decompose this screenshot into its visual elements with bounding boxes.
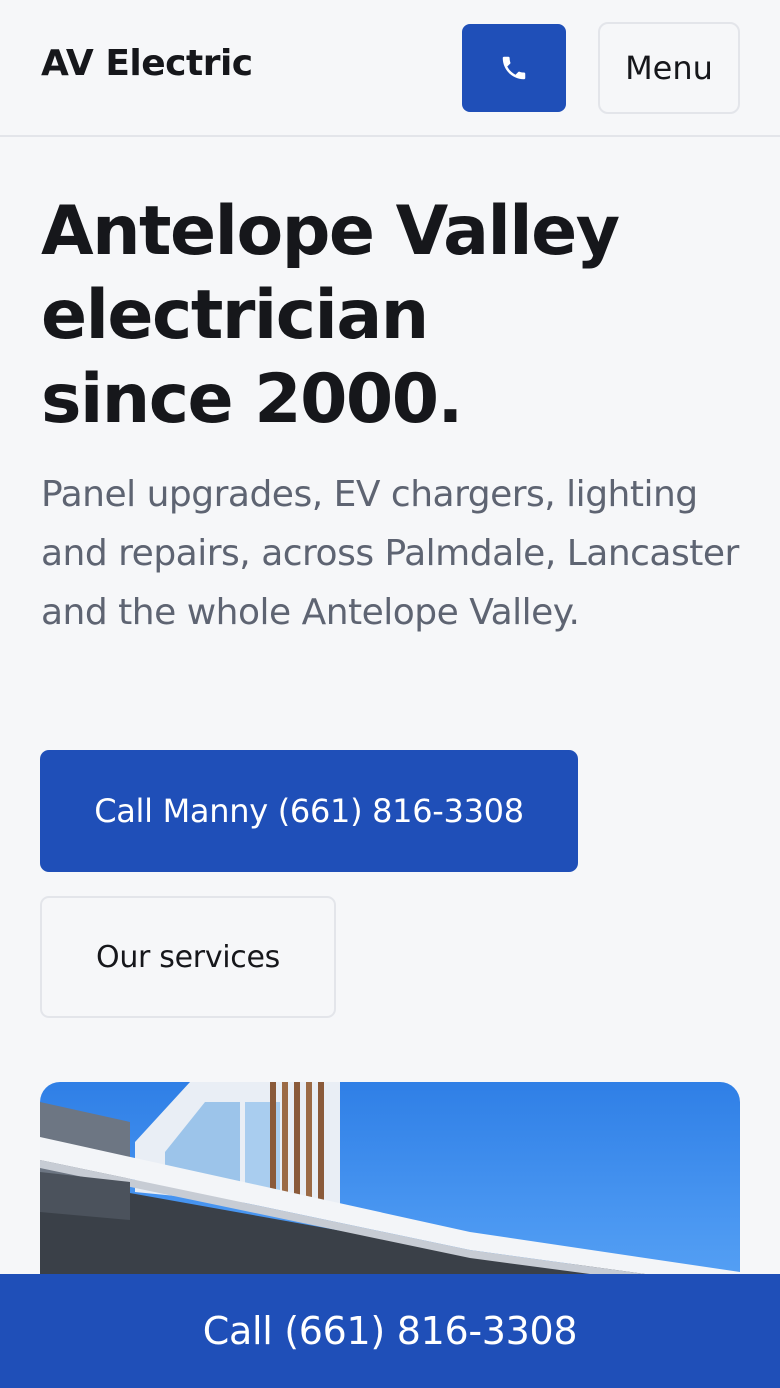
call-manny-button[interactable]: Call Manny (661) 816-3308	[40, 750, 578, 872]
header-call-button[interactable]	[462, 24, 566, 112]
page: AV Electric Menu Antelope Valley electri…	[0, 0, 780, 1388]
site-header: AV Electric Menu	[0, 0, 780, 137]
sticky-call-bar[interactable]: Call (661) 816-3308	[0, 1274, 780, 1388]
menu-button[interactable]: Menu	[598, 22, 740, 114]
brand-logo[interactable]: AV Electric	[41, 43, 253, 84]
our-services-button[interactable]: Our services	[40, 896, 336, 1018]
hero-title-line: electrician	[41, 276, 429, 355]
hero-title-line: since 2000.	[41, 360, 463, 439]
hero-title: Antelope Valley electrician since 2000.	[41, 190, 741, 442]
phone-icon	[502, 56, 526, 80]
hero-subtitle: Panel upgrades, EV chargers, lighting an…	[41, 474, 739, 633]
hero-title-line: Antelope Valley	[41, 192, 620, 271]
